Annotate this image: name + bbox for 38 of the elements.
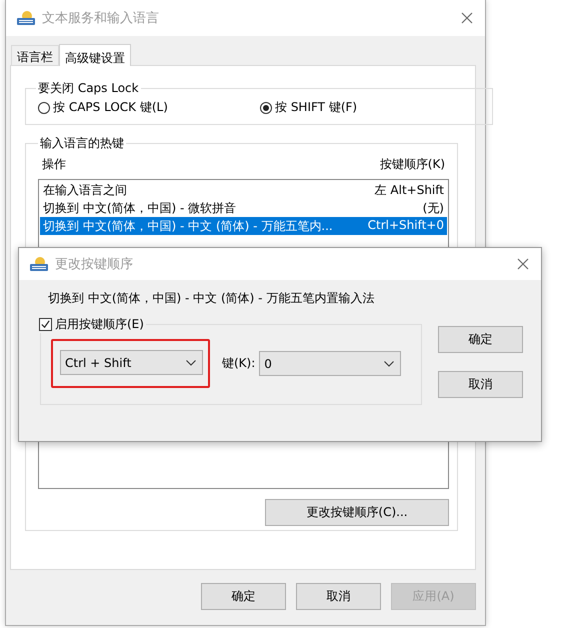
dialog-button[interactable]: 确定 [438, 326, 523, 353]
radio-label: 按 SHIFT 键(F) [275, 99, 358, 116]
close-icon[interactable] [517, 258, 529, 270]
tab[interactable]: 语言栏 [11, 45, 59, 65]
change-sequence-button[interactable]: 更改按键顺序(C)... [265, 499, 449, 526]
list-row[interactable]: 切换到 中文(简体，中国) - 中文 (简体) - 万能五笔内... Ctrl+Shift+0 [40, 217, 447, 235]
window-title: 更改按键顺序 [55, 256, 134, 273]
dialog-button[interactable]: 取消 [296, 583, 381, 610]
group-title: 输入语言的热键 [39, 135, 125, 152]
radio-label: 按 CAPS LOCK 键(L) [53, 99, 168, 116]
list-row[interactable]: 在输入语言之间 左 Alt+Shift [40, 181, 447, 199]
key-sequence-text: 左 Alt+Shift [374, 182, 444, 198]
key-label: 键(K): [222, 355, 256, 372]
list-row[interactable]: 切换到 中文(简体，中国) - 微软拼音 (无) [40, 199, 447, 217]
action-text: 切换到 中文(简体，中国) - 微软拼音 [43, 200, 236, 216]
column-header: 按键顺序(K) [380, 156, 445, 173]
checkbox[interactable] [39, 318, 52, 331]
action-text: 切换到 中文(简体，中国) - 中文 (简体) - 万能五笔内... [43, 218, 333, 234]
action-text: 在输入语言之间 [43, 182, 127, 198]
key-sequence-text: (无) [422, 200, 444, 216]
tab[interactable]: 高级键设置 [59, 44, 131, 66]
column-header: 操作 [42, 156, 66, 173]
group-title: 要关闭 Caps Lock [37, 80, 140, 97]
close-icon[interactable] [461, 12, 473, 24]
key-sequence-text: Ctrl+Shift+0 [368, 218, 444, 234]
dialog-button[interactable]: 确定 [201, 583, 286, 610]
dialog-button[interactable]: 取消 [438, 371, 523, 398]
keyboard-icon [29, 256, 49, 272]
window-title: 文本服务和输入语言 [42, 10, 160, 27]
description-text: 切换到 中文(简体，中国) - 中文 (简体) - 万能五笔内置输入法 [48, 290, 376, 307]
chevron-down-icon [384, 360, 394, 366]
key-dropdown[interactable]: 0 [259, 351, 402, 376]
chevron-down-icon [186, 360, 196, 366]
radio-button[interactable] [38, 102, 50, 114]
radio-button[interactable] [260, 102, 272, 114]
checkbox-label: 启用按键顺序(E) [55, 316, 144, 333]
keyboard-icon [16, 10, 36, 26]
modifier-dropdown[interactable]: Ctrl + Shift [60, 350, 203, 375]
